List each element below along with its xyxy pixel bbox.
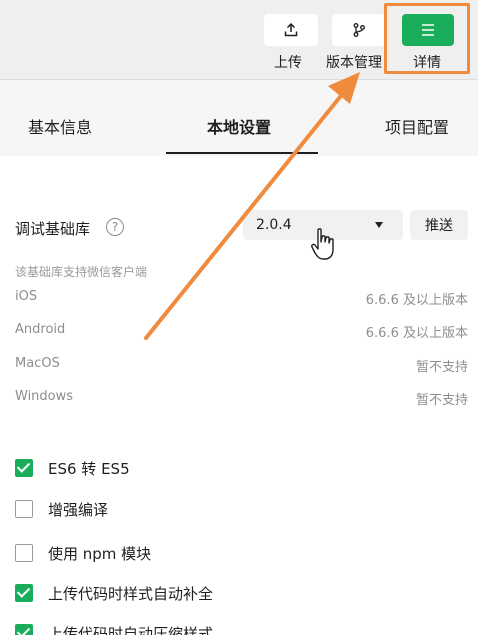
option-label: 上传代码时样式自动补全: [48, 585, 214, 603]
push-button[interactable]: 推送: [410, 210, 468, 240]
support-version: 6.6.6 及以上版本: [365, 326, 468, 341]
help-icon[interactable]: ?: [106, 218, 124, 236]
option-label: 使用 npm 模块: [48, 545, 152, 563]
support-row-macos: MacOS 暂不支持: [15, 356, 468, 376]
settings-tabs: 基本信息 本地设置 项目配置: [0, 80, 478, 154]
style-minify-checkbox[interactable]: [15, 624, 33, 635]
tab-project-config[interactable]: 项目配置: [385, 114, 449, 138]
option-label: 增强编译: [48, 501, 109, 519]
support-version: 暂不支持: [415, 393, 468, 408]
support-version: 6.6.6 及以上版本: [365, 293, 468, 308]
base-library-label: 调试基础库: [15, 220, 91, 238]
dropdown-caret-icon: [375, 222, 383, 228]
style-autocomplete-checkbox[interactable]: [15, 584, 33, 602]
support-row-windows: Windows 暂不支持: [15, 389, 468, 409]
support-os: Windows: [15, 389, 74, 404]
active-tab-indicator: [166, 152, 318, 154]
tab-local-settings[interactable]: 本地设置: [207, 114, 271, 138]
support-row-ios: iOS 6.6.6 及以上版本: [15, 289, 468, 309]
top-toolbar: 上传 版本管理 详情: [0, 0, 478, 80]
support-os: MacOS: [15, 356, 60, 371]
tab-basic-info[interactable]: 基本信息: [28, 114, 92, 138]
local-settings-panel: 调试基础库 ? 2.0.4 推送 该基础库支持微信客户端 iOS 6.6.6 及…: [0, 156, 478, 635]
es6-checkbox[interactable]: [15, 459, 33, 477]
enhanced-compile-checkbox[interactable]: [15, 500, 33, 518]
upload-label: 上传: [274, 55, 302, 71]
option-label: ES6 转 ES5: [48, 460, 130, 478]
branch-icon: [353, 23, 365, 37]
support-os: iOS: [15, 289, 38, 304]
base-library-select[interactable]: 2.0.4: [243, 210, 403, 240]
annotation-highlight-box: [384, 3, 470, 74]
base-library-version: 2.0.4: [256, 217, 292, 233]
npm-checkbox[interactable]: [15, 544, 33, 562]
support-os: Android: [15, 322, 66, 337]
upload-button[interactable]: [264, 14, 318, 46]
support-row-android: Android 6.6.6 及以上版本: [15, 322, 468, 342]
base-library-hint: 该基础库支持微信客户端: [15, 265, 148, 279]
option-label: 上传代码时自动压缩样式: [48, 625, 214, 635]
support-version: 暂不支持: [415, 360, 468, 375]
upload-icon: [284, 22, 298, 37]
version-control-button[interactable]: [332, 14, 386, 46]
version-control-label: 版本管理: [326, 55, 382, 71]
